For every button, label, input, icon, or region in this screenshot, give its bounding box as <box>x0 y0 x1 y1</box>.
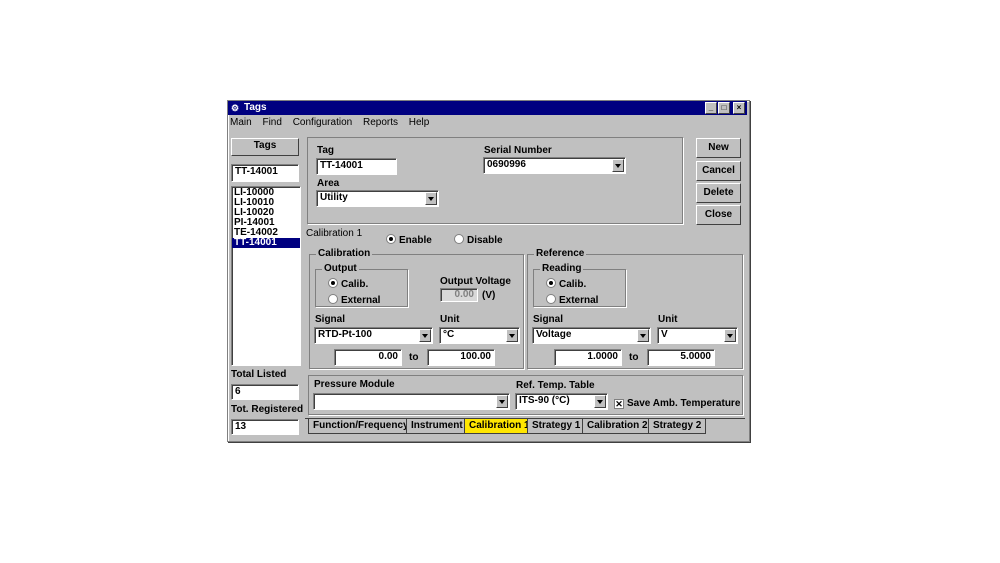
close-button[interactable]: Close <box>696 205 741 225</box>
ref-unit-value: V <box>661 329 668 340</box>
app-icon: ⚙ <box>231 103 240 113</box>
menu-configuration[interactable]: Configuration <box>293 117 352 128</box>
output-voltage-unit: (V) <box>482 290 496 301</box>
ref-signal-value: Voltage <box>536 329 572 340</box>
ref-temp-table-value: ITS-90 (°C) <box>519 395 570 406</box>
reading-title: Reading <box>540 263 584 274</box>
range-to-label: to <box>409 352 419 363</box>
tot-registered-value: 13 <box>231 419 299 435</box>
tab-calibration-2[interactable]: Calibration 2 <box>582 419 653 434</box>
chevron-down-icon[interactable] <box>506 329 518 342</box>
calibration1-label: Calibration 1 <box>306 228 363 239</box>
tab-strategy-2[interactable]: Strategy 2 <box>648 419 707 434</box>
ref-range-to-field[interactable]: 5.0000 <box>647 349 715 366</box>
title-bar[interactable]: ⚙ Tags _ □ × <box>228 101 747 115</box>
range-from-field[interactable]: 0.00 <box>334 349 402 366</box>
chevron-down-icon[interactable] <box>419 329 431 342</box>
chevron-down-icon[interactable] <box>496 395 508 408</box>
radio-selected-icon <box>546 278 556 288</box>
tag-field[interactable]: TT-14001 <box>316 158 397 175</box>
ref-signal-dropdown[interactable]: Voltage <box>532 327 651 344</box>
menu-reports[interactable]: Reports <box>363 117 398 128</box>
radio-selected-icon <box>386 234 396 244</box>
menu-bar: Main Find Configuration Reports Help <box>230 117 437 130</box>
output-external-radio[interactable]: External <box>328 294 380 306</box>
pressure-module-label: Pressure Module <box>314 379 395 390</box>
output-calib-label: Calib. <box>341 279 369 290</box>
delete-button[interactable]: Delete <box>696 183 741 203</box>
output-voltage-field[interactable]: 0.00 <box>440 288 478 302</box>
tab-calibration-1[interactable]: Calibration 1 <box>464 419 535 434</box>
window-title: Tags <box>244 102 267 113</box>
enable-radio[interactable]: Enable <box>386 234 432 246</box>
output-external-label: External <box>341 295 381 306</box>
chevron-down-icon[interactable] <box>612 159 624 172</box>
total-listed-value: 6 <box>231 384 299 400</box>
new-button[interactable]: New <box>696 138 741 158</box>
radio-icon <box>328 294 338 304</box>
radio-icon <box>454 234 464 244</box>
output-calib-radio[interactable]: Calib. <box>328 278 368 290</box>
disable-radio[interactable]: Disable <box>454 234 503 246</box>
serial-number-label: Serial Number <box>484 145 552 156</box>
ref-range-to-label: to <box>629 352 639 363</box>
tag-list[interactable]: LI-10000 LI-10010 LI-10020 PI-14001 TE-1… <box>231 186 301 366</box>
chevron-down-icon[interactable] <box>724 329 736 342</box>
disable-label: Disable <box>467 235 503 246</box>
radio-selected-icon <box>328 278 338 288</box>
unit-label: Unit <box>440 314 460 325</box>
maximize-button[interactable]: □ <box>718 102 730 114</box>
signal-label: Signal <box>315 314 346 325</box>
pressure-module-dropdown[interactable] <box>313 393 510 410</box>
unit-dropdown[interactable]: °C <box>439 327 520 344</box>
signal-dropdown[interactable]: RTD-Pt-100 <box>314 327 433 344</box>
tab-function-frequency[interactable]: Function/Frequency <box>308 419 414 434</box>
enable-label: Enable <box>399 235 432 246</box>
chevron-down-icon[interactable] <box>425 192 437 205</box>
save-amb-temp-label: Save Amb. Temperature <box>627 398 741 409</box>
reading-calib-radio[interactable]: Calib. <box>546 278 586 290</box>
ref-unit-dropdown[interactable]: V <box>657 327 738 344</box>
radio-icon <box>546 294 556 304</box>
menu-main[interactable]: Main <box>230 117 252 128</box>
calibration-title: Calibration <box>316 248 373 259</box>
output-title: Output <box>322 263 359 274</box>
save-amb-temp-checkbox[interactable]: ✕ Save Amb. Temperature <box>614 398 740 409</box>
tab-instrument[interactable]: Instrument <box>406 419 468 434</box>
range-to-field[interactable]: 100.00 <box>427 349 495 366</box>
menu-help[interactable]: Help <box>409 117 430 128</box>
menu-find[interactable]: Find <box>262 117 281 128</box>
list-item-selected[interactable]: TT-14001 <box>232 238 300 248</box>
chevron-down-icon[interactable] <box>637 329 649 342</box>
ref-temp-table-dropdown[interactable]: ITS-90 (°C) <box>515 393 608 410</box>
tot-registered-label: Tot. Registered <box>231 404 304 415</box>
ref-range-from-field[interactable]: 1.0000 <box>554 349 622 366</box>
reading-external-label: External <box>559 295 599 306</box>
total-listed-label: Total Listed <box>231 369 287 380</box>
close-window-button[interactable]: × <box>733 102 745 114</box>
minimize-button[interactable]: _ <box>705 102 717 114</box>
ref-temp-table-label: Ref. Temp. Table <box>516 380 595 391</box>
area-value: Utility <box>320 192 348 203</box>
serial-number-dropdown[interactable]: 0690996 <box>483 157 626 174</box>
reference-title: Reference <box>534 248 587 259</box>
tag-label: Tag <box>317 145 335 156</box>
ref-unit-label: Unit <box>658 314 678 325</box>
cancel-button[interactable]: Cancel <box>696 161 741 181</box>
output-voltage-label: Output Voltage <box>440 276 511 287</box>
tab-strategy-1[interactable]: Strategy 1 <box>527 419 586 434</box>
checkmark-icon: ✕ <box>614 399 624 409</box>
tag-search-input[interactable]: TT-14001 <box>231 164 299 182</box>
reading-calib-label: Calib. <box>559 279 587 290</box>
area-label: Area <box>317 178 340 189</box>
reading-external-radio[interactable]: External <box>546 294 598 306</box>
unit-value: °C <box>443 329 455 340</box>
signal-value: RTD-Pt-100 <box>318 329 372 340</box>
tags-header-button[interactable]: Tags <box>231 138 299 156</box>
area-dropdown[interactable]: Utility <box>316 190 439 207</box>
ref-signal-label: Signal <box>533 314 564 325</box>
chevron-down-icon[interactable] <box>594 395 606 408</box>
serial-number-value: 0690996 <box>487 159 526 170</box>
